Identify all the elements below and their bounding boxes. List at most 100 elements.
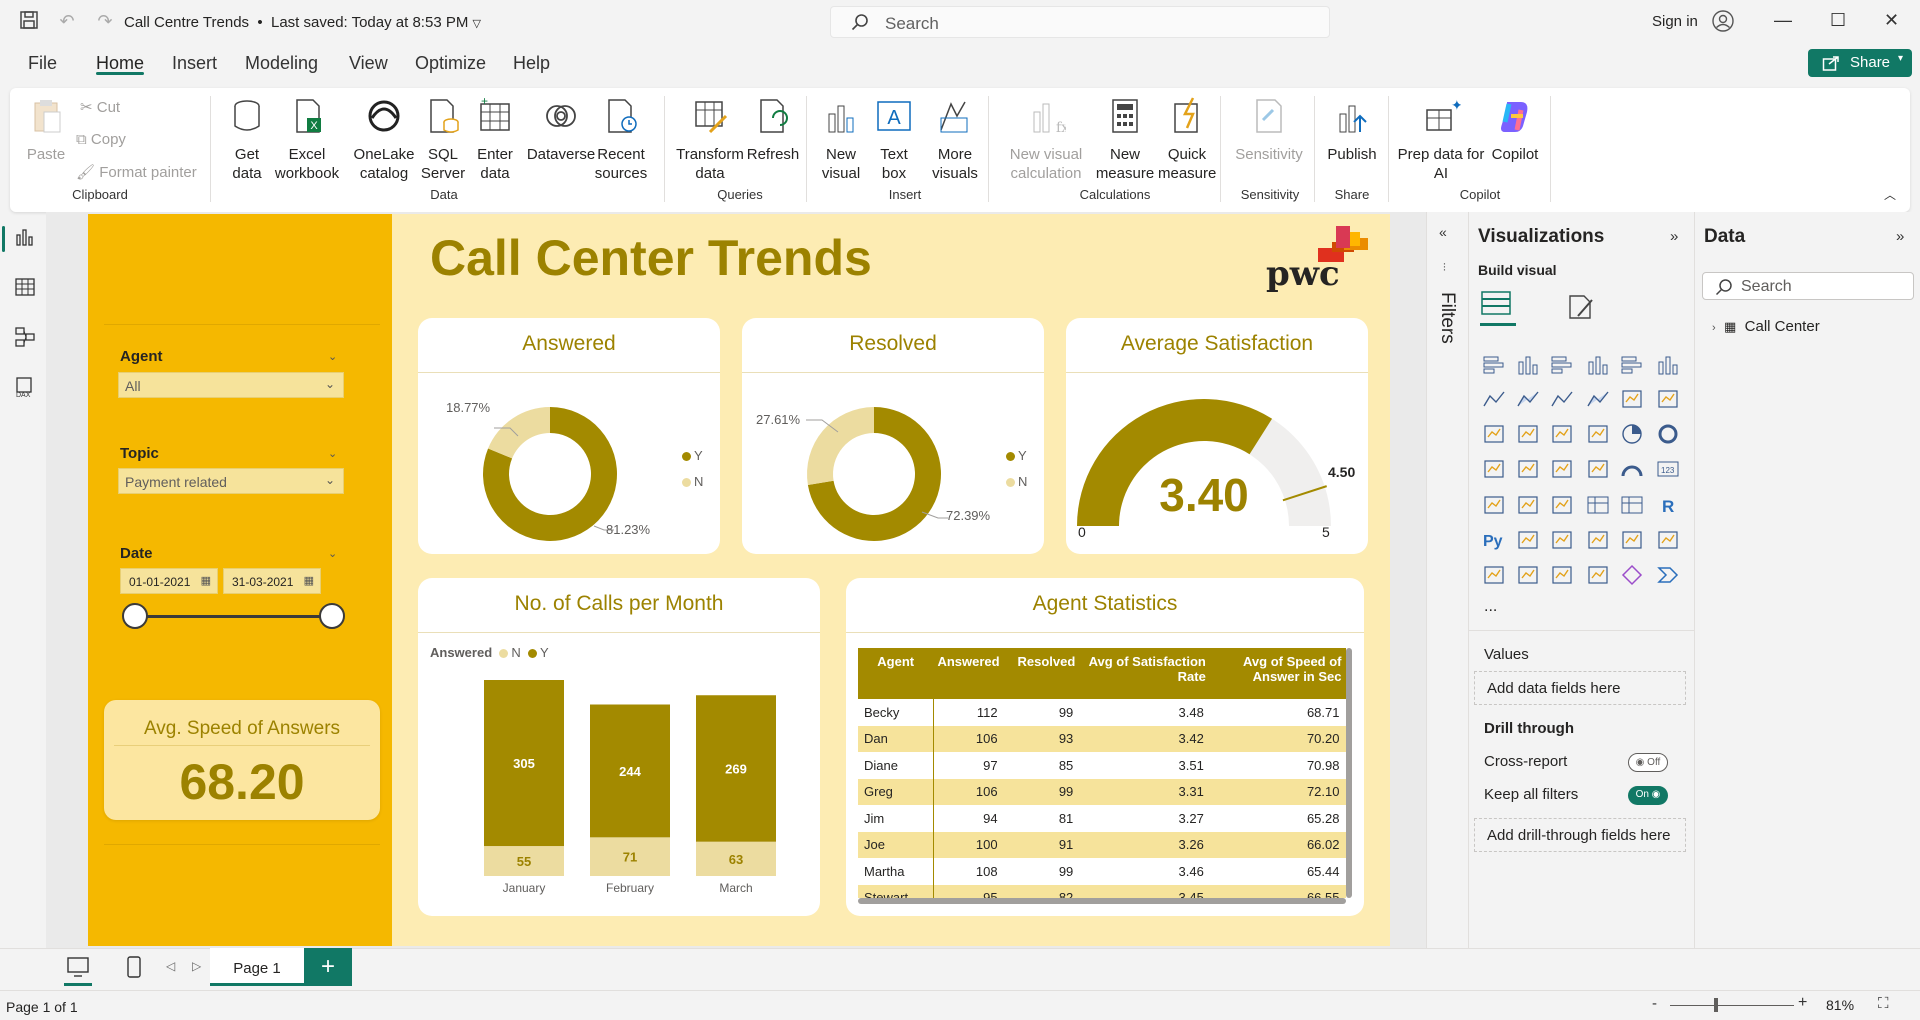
legend-item-y[interactable]: Y — [682, 448, 703, 463]
line-visual-icon[interactable] — [1550, 388, 1574, 410]
collapse-visualizations-icon[interactable]: » — [1670, 228, 1678, 245]
keep-all-filters-toggle[interactable]: On ◉ — [1628, 786, 1668, 805]
table-view-icon[interactable] — [14, 276, 36, 298]
col-visual-icon[interactable] — [1516, 354, 1540, 376]
area-visual-icon[interactable] — [1516, 388, 1540, 410]
share-button[interactable]: Share ▾ — [1808, 49, 1912, 77]
donut-slice-n[interactable] — [807, 407, 874, 485]
model-view-icon[interactable] — [14, 326, 36, 348]
azuremap-visual-icon[interactable] — [1586, 458, 1610, 480]
get-data-button[interactable]: Get data — [222, 96, 272, 183]
combo-visual-icon[interactable] — [1620, 388, 1644, 410]
cross-report-toggle[interactable]: ◉ Off — [1628, 753, 1668, 772]
next-page-icon[interactable]: ▷ — [192, 959, 201, 973]
answered-donut-card[interactable]: Answered Y N 18.77% 81.23% — [418, 318, 720, 554]
legend-item-n[interactable]: N — [511, 645, 520, 660]
page-tab-1[interactable]: Page 1 — [210, 948, 304, 986]
menu-help[interactable]: Help — [513, 53, 550, 74]
table-row[interactable]: Joe 100 91 3.26 66.02 — [858, 831, 1346, 858]
legend-item-y[interactable]: Y — [1006, 448, 1027, 463]
column-header-3[interactable]: Avg of Satisfaction Rate — [1079, 648, 1210, 699]
scatter-visual-icon[interactable] — [1586, 423, 1610, 445]
cut-button[interactable]: ✂ Cut — [80, 98, 120, 116]
quick-measure-button[interactable]: Quick measure — [1158, 96, 1216, 183]
menu-insert[interactable]: Insert — [172, 53, 217, 74]
mobile-layout-icon[interactable] — [124, 955, 144, 979]
agent-slicer-chevron-icon[interactable]: ⌄ — [328, 350, 337, 363]
funnel-visual-icon[interactable] — [1550, 423, 1574, 445]
agent-slicer-dropdown[interactable]: All ⌄ — [118, 372, 344, 398]
waterfall-visual-icon[interactable] — [1516, 423, 1540, 445]
keyinf-visual-icon[interactable] — [1516, 529, 1540, 551]
new-measure-button[interactable]: New measure — [1094, 96, 1156, 183]
zoom-slider-track[interactable] — [1670, 1005, 1794, 1006]
prev-page-icon[interactable]: ◁ — [166, 959, 175, 973]
table-row[interactable]: Becky 112 99 3.48 68.71 — [858, 699, 1346, 726]
more-visuals-button[interactable]: More visuals — [920, 96, 990, 183]
menu-file[interactable]: File — [28, 53, 57, 74]
bar-visual-icon[interactable] — [1482, 354, 1506, 376]
pie-visual-icon[interactable] — [1620, 423, 1644, 445]
filledmap-visual-icon[interactable] — [1550, 458, 1574, 480]
sensitivity-button[interactable]: Sensitivity — [1226, 96, 1312, 164]
legend-item-n[interactable]: N — [1006, 474, 1027, 489]
zoom-level[interactable]: 81% — [1826, 997, 1854, 1013]
format-painter-button[interactable]: 🖌 Format painter — [76, 163, 197, 181]
gauge-visual-icon[interactable] — [1620, 458, 1644, 480]
copilot-visual-icon[interactable] — [1586, 564, 1610, 586]
desktop-layout-icon[interactable] — [66, 955, 90, 979]
multirow-visual-icon[interactable] — [1482, 494, 1506, 516]
decomp-visual-icon[interactable] — [1550, 529, 1574, 551]
copy-button[interactable]: ⧉ Copy — [76, 131, 126, 148]
legend-item-y[interactable]: Y — [540, 645, 549, 660]
area-visual-icon[interactable] — [1586, 388, 1610, 410]
text-box-button[interactable]: A Text box — [872, 96, 916, 183]
prep-data-for-ai-button[interactable]: ✦ Prep data for AI — [1394, 96, 1488, 183]
build-visual-tab[interactable] — [1480, 290, 1516, 326]
drill-through-drop-zone[interactable]: Add drill-through fields here — [1474, 818, 1686, 852]
copilot-button[interactable]: Copilot — [1482, 96, 1548, 164]
donut-visual-icon[interactable] — [1656, 423, 1680, 445]
calls-per-month-card[interactable]: No. of Calls per Month Answered N Y 55 30… — [418, 578, 820, 916]
topic-slicer-dropdown[interactable]: Payment related ⌄ — [118, 468, 344, 494]
column-header-1[interactable]: Answered — [933, 648, 1004, 699]
narr-visual-icon[interactable] — [1620, 529, 1644, 551]
chevron-visual-icon[interactable] — [1656, 564, 1680, 586]
report-view-icon[interactable] — [14, 226, 36, 248]
date-start-handle[interactable] — [122, 603, 148, 629]
add-page-button[interactable]: + — [304, 948, 352, 986]
paste-button[interactable]: Paste — [18, 96, 74, 164]
resolved-donut-card[interactable]: Resolved Y N 27.61% 72.39% — [742, 318, 1044, 554]
table-vertical-scrollbar[interactable] — [1346, 648, 1352, 898]
table-row[interactable]: Stewart 95 82 3.45 66.55 — [858, 884, 1346, 898]
table-row[interactable]: Diane 97 85 3.51 70.98 — [858, 752, 1346, 779]
undo-icon[interactable]: ↶ — [56, 10, 78, 32]
treemap-visual-icon[interactable] — [1482, 458, 1506, 480]
expand-filters-icon[interactable]: « — [1439, 224, 1447, 240]
powerapps-visual-icon[interactable] — [1516, 564, 1540, 586]
diamond-visual-icon[interactable] — [1620, 564, 1644, 586]
format-visual-tab[interactable] — [1566, 292, 1596, 327]
bar-visual-icon[interactable] — [1620, 354, 1644, 376]
collapse-data-pane-icon[interactable]: » — [1896, 228, 1904, 245]
filters-label[interactable]: Filters — [1436, 292, 1458, 344]
table-row[interactable]: Jim 94 81 3.27 65.28 — [858, 805, 1346, 832]
more-visuals-ellipsis[interactable]: ... — [1484, 598, 1497, 616]
kpi-visual-icon[interactable] — [1516, 494, 1540, 516]
col-visual-icon[interactable] — [1586, 354, 1610, 376]
enter-data-button[interactable]: + Enter data — [470, 94, 520, 183]
collapse-ribbon-icon[interactable]: ︿ — [1884, 186, 1896, 203]
save-icon[interactable] — [18, 10, 40, 32]
date-end-handle[interactable] — [319, 603, 345, 629]
column-header-0[interactable]: Agent — [858, 648, 934, 699]
col-visual-icon[interactable] — [1656, 354, 1680, 376]
minimize-icon[interactable]: — — [1774, 10, 1792, 31]
r-visual-icon[interactable]: R — [1656, 494, 1680, 516]
sql-server-button[interactable]: SQL Server — [418, 96, 468, 183]
column-header-4[interactable]: Avg of Speed of Answer in Sec — [1209, 648, 1346, 699]
menu-optimize[interactable]: Optimize — [415, 53, 486, 74]
filter-icon[interactable]: ⫶ — [1443, 262, 1446, 275]
menu-modeling[interactable]: Modeling — [245, 53, 318, 74]
donut-slice-n[interactable] — [488, 407, 550, 459]
column-header-2[interactable]: Resolved — [1003, 648, 1080, 699]
